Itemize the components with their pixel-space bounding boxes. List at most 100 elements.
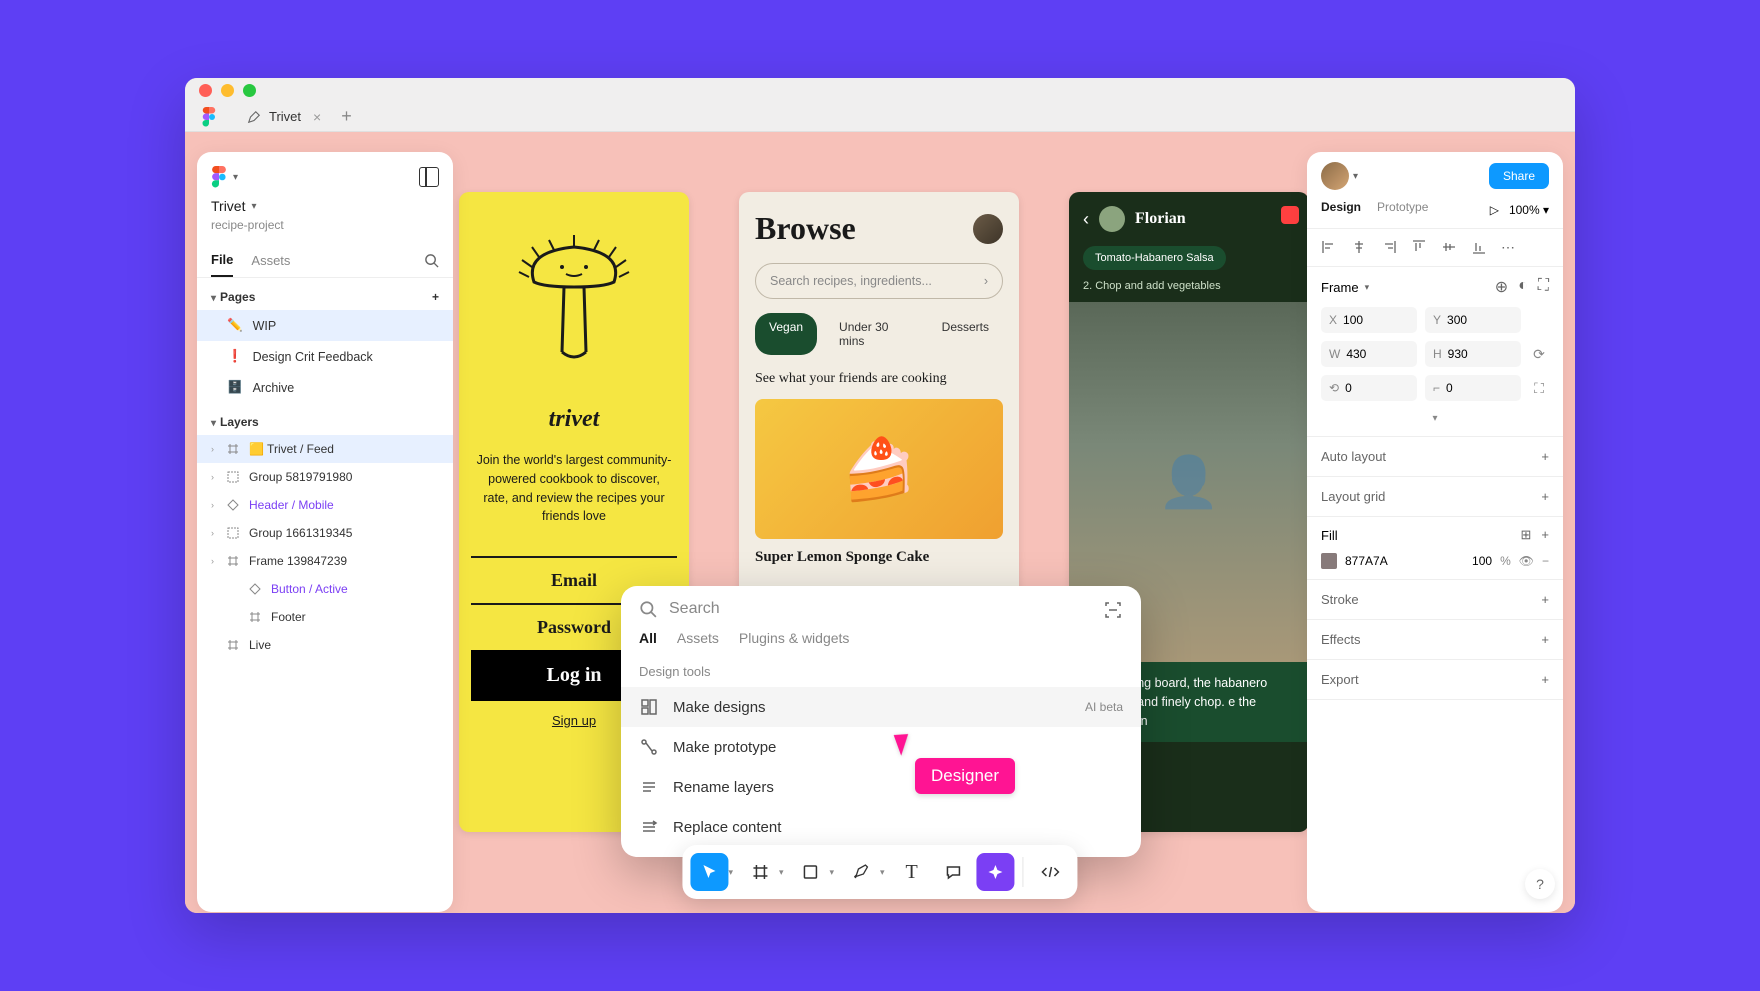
plus-icon[interactable]: + <box>1541 449 1549 464</box>
frame-dropdown[interactable]: Frame▾ <box>1321 280 1369 295</box>
frame-tool[interactable] <box>741 853 779 891</box>
figma-logo-icon[interactable] <box>199 107 219 127</box>
auto-layout-section[interactable]: Auto layout+ <box>1307 437 1563 477</box>
styles-icon[interactable]: ⊞ <box>1521 527 1532 543</box>
radius-field[interactable]: ⌐0 <box>1425 375 1521 401</box>
palette-item-make-prototype[interactable]: Make prototype <box>621 727 1141 767</box>
search-icon[interactable] <box>424 253 439 268</box>
remove-icon[interactable]: − <box>1542 554 1549 568</box>
align-left-icon[interactable] <box>1321 239 1337 255</box>
scan-icon[interactable] <box>1103 600 1123 620</box>
align-bottom-icon[interactable] <box>1471 239 1487 255</box>
user-menu[interactable]: ▾ <box>1321 162 1358 190</box>
canvas[interactable]: trivet Join the world's largest communit… <box>185 132 1575 913</box>
recipe-tag[interactable]: Tomato-Habanero Salsa <box>1083 246 1226 270</box>
tab-assets[interactable]: Assets <box>251 245 290 276</box>
expand-icon[interactable]: ⛶ <box>1538 277 1549 297</box>
palette-item-make-designs[interactable]: Make designs AI beta <box>621 687 1141 727</box>
page-wip[interactable]: ✏️WIP <box>197 310 453 341</box>
more-icon[interactable]: ⋯ <box>1501 239 1516 256</box>
project-name[interactable]: Trivet▾ <box>197 198 453 218</box>
move-tool[interactable] <box>690 853 728 891</box>
dev-mode-tool[interactable] <box>1032 853 1070 891</box>
chevron-down-icon[interactable]: ▾ <box>830 867 835 878</box>
effects-section[interactable]: Effects+ <box>1307 620 1563 660</box>
window-minimize-button[interactable] <box>221 84 234 97</box>
chevron-down-icon[interactable]: ▾ <box>779 867 784 878</box>
rotation-field[interactable]: ⟲0 <box>1321 375 1417 401</box>
plus-icon[interactable]: + <box>1541 632 1549 647</box>
fill-opacity[interactable]: 100 <box>1472 554 1492 568</box>
tab-file[interactable]: File <box>211 244 233 277</box>
tab-design[interactable]: Design <box>1321 200 1361 220</box>
layer-item[interactable]: Live <box>197 631 453 659</box>
avatar[interactable] <box>1099 206 1125 232</box>
window-maximize-button[interactable] <box>243 84 256 97</box>
layer-item[interactable]: Footer <box>197 603 453 631</box>
recipe-image[interactable]: 🍰 <box>755 399 1003 539</box>
palette-item-rename-layers[interactable]: Rename layers <box>621 767 1141 807</box>
new-tab-button[interactable]: + <box>341 106 352 127</box>
align-top-icon[interactable] <box>1411 239 1427 255</box>
pen-tool[interactable] <box>842 853 880 891</box>
fill-hex[interactable]: 877A7A <box>1345 554 1388 568</box>
corners-icon[interactable]: ⛶ <box>1529 380 1549 397</box>
target-icon[interactable]: ⊕ <box>1495 277 1508 297</box>
align-center-h-icon[interactable] <box>1351 239 1367 255</box>
visibility-icon[interactable]: 👁 <box>1519 554 1534 568</box>
layers-section-header[interactable]: ▾Layers <box>197 403 453 435</box>
pill-under30[interactable]: Under 30 mins <box>825 313 920 355</box>
link-icon[interactable]: ⟳ <box>1529 346 1549 363</box>
comment-tool[interactable] <box>935 853 973 891</box>
palette-item-replace-content[interactable]: Replace content <box>621 807 1141 847</box>
layer-item[interactable]: Button / Active <box>197 575 453 603</box>
tab-prototype[interactable]: Prototype <box>1377 200 1428 220</box>
panel-toggle-icon[interactable] <box>419 167 439 187</box>
stroke-section[interactable]: Stroke+ <box>1307 580 1563 620</box>
help-button[interactable]: ? <box>1525 869 1555 899</box>
preview-icon[interactable]: ▷ <box>1490 203 1499 217</box>
h-field[interactable]: H930 <box>1425 341 1521 367</box>
share-button[interactable]: Share <box>1489 163 1549 189</box>
color-swatch[interactable] <box>1321 553 1337 569</box>
pill-desserts[interactable]: Desserts <box>928 313 1003 355</box>
page-archive[interactable]: 🗄️Archive <box>197 372 453 403</box>
zoom-level[interactable]: 100% ▾ <box>1509 203 1549 217</box>
palette-tab-assets[interactable]: Assets <box>677 630 719 646</box>
palette-tab-all[interactable]: All <box>639 630 657 646</box>
avatar[interactable] <box>973 214 1003 244</box>
tab-trivet[interactable]: Trivet × <box>239 105 329 129</box>
add-page-icon[interactable]: + <box>432 290 439 304</box>
x-field[interactable]: X100 <box>1321 307 1417 333</box>
text-tool[interactable]: T <box>893 853 931 891</box>
pages-section-header[interactable]: ▾Pages + <box>197 278 453 310</box>
back-icon[interactable]: ‹ <box>1083 209 1089 230</box>
layout-grid-section[interactable]: Layout grid+ <box>1307 477 1563 517</box>
plus-icon[interactable]: + <box>1541 527 1549 543</box>
chevron-down-icon[interactable]: ▾ <box>728 867 733 878</box>
window-close-button[interactable] <box>199 84 212 97</box>
layer-item[interactable]: ›Frame 139847239 <box>197 547 453 575</box>
layer-item[interactable]: ›Group 5819791980 <box>197 463 453 491</box>
plus-icon[interactable]: + <box>1541 489 1549 504</box>
main-menu-button[interactable]: ▾ <box>211 166 238 188</box>
palette-tab-plugins[interactable]: Plugins & widgets <box>739 630 850 646</box>
w-field[interactable]: W430 <box>1321 341 1417 367</box>
close-icon[interactable]: × <box>313 109 321 125</box>
y-field[interactable]: Y300 <box>1425 307 1521 333</box>
expand-more-icon[interactable]: ▾ <box>1321 409 1549 424</box>
shape-tool[interactable] <box>792 853 830 891</box>
palette-search-input[interactable]: Search <box>669 600 720 618</box>
layer-item[interactable]: ›Group 1661319345 <box>197 519 453 547</box>
align-right-icon[interactable] <box>1381 239 1397 255</box>
pill-vegan[interactable]: Vegan <box>755 313 817 355</box>
chevron-down-icon[interactable]: ▾ <box>880 867 885 878</box>
plus-icon[interactable]: + <box>1541 672 1549 687</box>
contrast-icon[interactable]: ◐ <box>1518 277 1528 297</box>
page-design-crit[interactable]: ❗Design Crit Feedback <box>197 341 453 372</box>
plus-icon[interactable]: + <box>1541 592 1549 607</box>
ai-tool[interactable] <box>977 853 1015 891</box>
export-section[interactable]: Export+ <box>1307 660 1563 700</box>
search-input[interactable]: Search recipes, ingredients... › <box>755 263 1003 299</box>
layer-item[interactable]: ›Header / Mobile <box>197 491 453 519</box>
